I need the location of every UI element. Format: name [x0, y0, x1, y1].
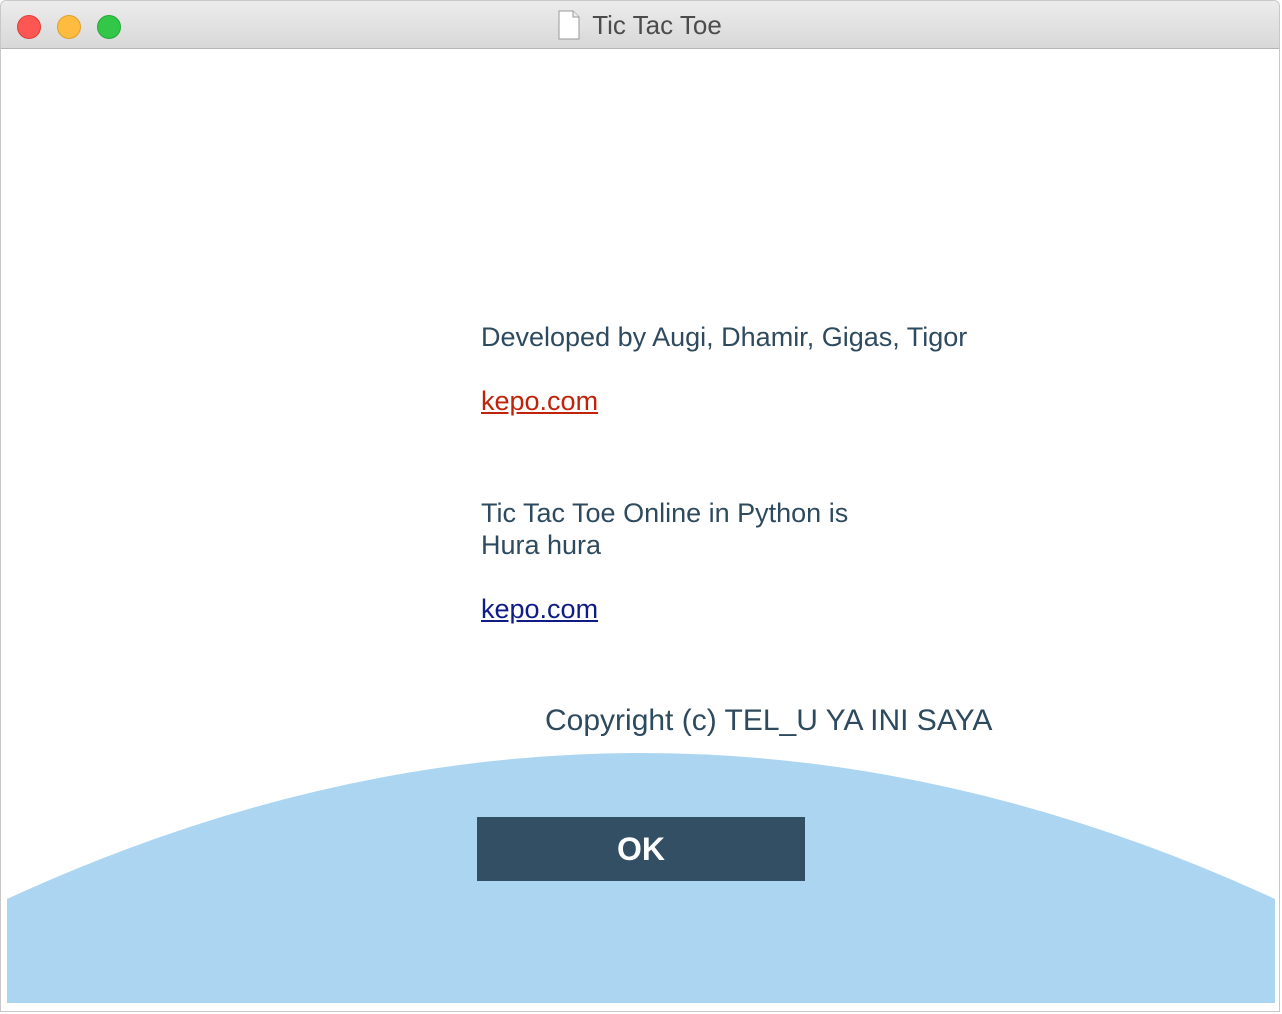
app-window: Tic Tac Toe Developed by Augi, Dhamir, G… — [0, 0, 1280, 1012]
ok-button[interactable]: OK — [477, 817, 805, 881]
developers-text: Developed by Augi, Dhamir, Gigas, Tigor — [481, 322, 968, 352]
website-link-blue[interactable]: kepo.com — [481, 593, 598, 625]
description-line-1: Tic Tac Toe Online in Python is — [481, 498, 849, 528]
document-icon — [558, 10, 580, 40]
website-link-red[interactable]: kepo.com — [481, 385, 598, 417]
window-title-group: Tic Tac Toe — [1, 1, 1279, 49]
description-line-2: Hura hura — [481, 530, 602, 560]
window-title: Tic Tac Toe — [592, 9, 722, 40]
title-bar[interactable]: Tic Tac Toe — [1, 1, 1279, 49]
copyright-text: Copyright (c) TEL_U YA INI SAYA — [545, 704, 993, 737]
